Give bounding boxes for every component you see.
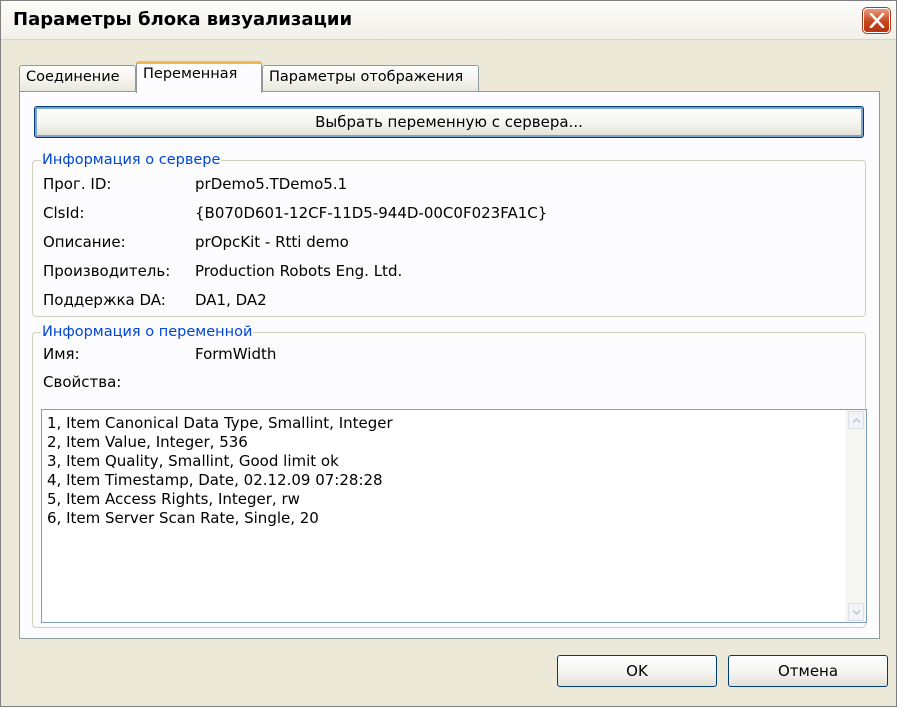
cancel-button[interactable]: Отмена bbox=[728, 655, 888, 687]
variable-name-label: Имя: bbox=[43, 345, 80, 363]
variable-info-title: Информация о переменной bbox=[41, 323, 254, 341]
list-item[interactable]: 6, Item Server Scan Rate, Single, 20 bbox=[47, 509, 393, 528]
tab-display-settings[interactable]: Параметры отображения bbox=[262, 65, 479, 91]
ok-button[interactable]: OK bbox=[557, 655, 717, 687]
tab-panel-variable: Выбрать переменную с сервера... Информац… bbox=[19, 91, 880, 639]
variable-info-group: Информация о переменной Имя: FormWidth С… bbox=[32, 323, 867, 628]
list-item[interactable]: 3, Item Quality, Smallint, Good limit ok bbox=[47, 452, 393, 471]
prog-id-label: Прог. ID: bbox=[43, 175, 112, 193]
tab-label: Параметры отображения bbox=[269, 69, 464, 85]
da-support-value: DA1, DA2 bbox=[195, 291, 267, 309]
list-item[interactable]: 2, Item Value, Integer, 536 bbox=[47, 433, 393, 452]
description-label: Описание: bbox=[43, 233, 126, 251]
dialog-window: Параметры блока визуализации Соединение … bbox=[0, 0, 897, 707]
tab-variable[interactable]: Переменная bbox=[136, 61, 262, 93]
list-item[interactable]: 4, Item Timestamp, Date, 02.12.09 07:28:… bbox=[47, 471, 393, 490]
title-bar[interactable]: Параметры блока визуализации bbox=[1, 1, 896, 40]
window-title: Параметры блока визуализации bbox=[13, 9, 353, 30]
server-info-group: Информация о сервере Прог. ID: prDemo5.T… bbox=[32, 151, 866, 317]
tab-label: Переменная bbox=[143, 66, 238, 82]
da-support-label: Поддержка DA: bbox=[43, 291, 166, 309]
description-value: prOpcKit - Rtti demo bbox=[195, 233, 349, 251]
vendor-label: Производитель: bbox=[43, 262, 171, 280]
chevron-down-icon bbox=[852, 609, 861, 616]
server-info-title: Информация о сервере bbox=[41, 151, 222, 169]
chevron-up-icon bbox=[852, 417, 861, 424]
list-item[interactable]: 1, Item Canonical Data Type, Smallint, I… bbox=[47, 414, 393, 433]
clsid-value: {B070D601-12CF-11D5-944D-00C0F023FA1C} bbox=[195, 204, 548, 222]
tab-label: Соединение bbox=[26, 69, 120, 85]
clsid-label: ClsId: bbox=[43, 204, 85, 222]
properties-label: Свойства: bbox=[43, 373, 122, 391]
properties-lines: 1, Item Canonical Data Type, Smallint, I… bbox=[47, 414, 393, 528]
scroll-up-button[interactable] bbox=[848, 411, 864, 429]
properties-list[interactable]: 1, Item Canonical Data Type, Smallint, I… bbox=[41, 409, 867, 623]
variable-name-value: FormWidth bbox=[195, 345, 277, 363]
close-button[interactable] bbox=[862, 7, 891, 34]
vertical-scrollbar[interactable] bbox=[846, 410, 866, 622]
close-icon bbox=[869, 13, 885, 28]
prog-id-value: prDemo5.TDemo5.1 bbox=[195, 175, 348, 193]
vendor-value: Production Robots Eng. Ltd. bbox=[195, 262, 403, 280]
list-item[interactable]: 5, Item Access Rights, Integer, rw bbox=[47, 490, 393, 509]
tab-connection[interactable]: Соединение bbox=[19, 65, 136, 91]
scroll-down-button[interactable] bbox=[848, 603, 864, 621]
select-variable-button[interactable]: Выбрать переменную с сервера... bbox=[34, 106, 864, 138]
